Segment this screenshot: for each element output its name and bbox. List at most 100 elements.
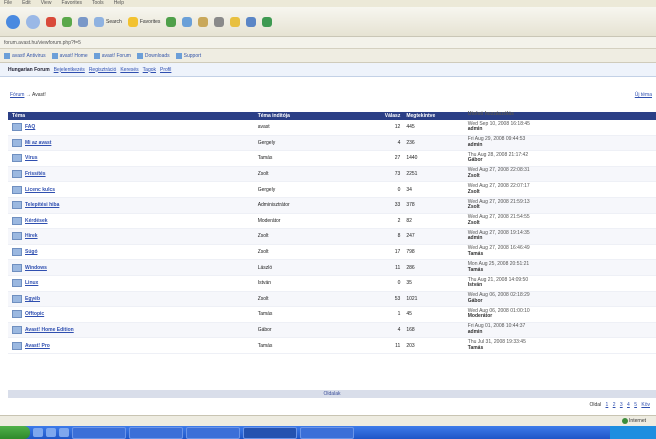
last-post-cell: Thu Aug 28, 2008 21:17:42 Gábor — [468, 152, 656, 164]
last-post-user[interactable]: Zsolt — [468, 220, 480, 226]
mail-icon[interactable] — [198, 16, 209, 27]
folder-icon — [12, 216, 22, 225]
last-post-date: Wed Aug 27, 2008 19:14:35 — [467, 229, 530, 236]
topic-cell: Linux — [8, 279, 258, 288]
menu-item-favorites[interactable]: Favorites — [61, 0, 82, 7]
taskbar-window[interactable] — [300, 426, 354, 439]
last-post-user[interactable]: Gábor — [468, 298, 483, 304]
page-icon — [136, 52, 143, 59]
menu-item-edit[interactable]: Edit — [22, 0, 31, 7]
last-post-user[interactable]: Gábor — [468, 157, 483, 164]
table-body: FAQ avast 12 445 Wed Sep 10, 2008 16:18:45 ad… — [8, 120, 656, 354]
topic-link[interactable]: Telepítési hiba — [25, 202, 59, 208]
quicklaunch-desktop-icon[interactable] — [46, 428, 56, 437]
start-button[interactable] — [0, 426, 30, 439]
topic-link[interactable]: Frissítés — [25, 171, 46, 177]
page-link-4[interactable]: 4 — [627, 402, 630, 408]
last-post-user[interactable]: Tamás — [468, 267, 483, 273]
edit-icon[interactable] — [230, 16, 241, 27]
topic-cell: Hírek — [8, 232, 258, 241]
last-post-user[interactable]: István — [468, 282, 482, 288]
last-post-user[interactable]: admin — [468, 126, 483, 132]
breadcrumb-home[interactable]: Fórum — [10, 92, 24, 98]
search-button[interactable]: Search — [94, 16, 122, 27]
last-post-user[interactable]: Zsolt — [468, 204, 480, 210]
taskbar-window[interactable] — [72, 426, 126, 439]
last-post-user[interactable]: Zsolt — [468, 189, 480, 195]
link-item[interactable]: avast! Home — [51, 52, 88, 59]
menu-item-tools[interactable]: Tools — [92, 0, 104, 7]
replies-cell: 2 — [397, 217, 401, 224]
author-cell: Zsolt — [257, 233, 269, 240]
nav-members[interactable]: Tagok — [143, 67, 156, 73]
last-post-user[interactable]: admin — [468, 142, 483, 148]
topic-link[interactable]: Windows — [25, 265, 47, 271]
author-cell: Gergely — [257, 139, 276, 146]
link-item[interactable]: Support — [175, 52, 201, 59]
taskbar-window-active[interactable] — [243, 426, 297, 439]
last-post-user[interactable]: Tamás — [468, 251, 483, 257]
topic-link[interactable]: Hírek — [25, 233, 38, 239]
discuss-icon[interactable] — [246, 16, 257, 27]
nav-profile[interactable]: Profil — [160, 67, 171, 73]
topic-link[interactable]: Kérdések — [25, 218, 48, 224]
views-cell: 286 — [406, 264, 415, 271]
nav-search[interactable]: Keresés — [120, 67, 138, 73]
taskbar-window[interactable] — [129, 426, 183, 439]
last-post-cell: Wed Aug 06, 2008 01:00:10 Moderátor — [468, 308, 656, 320]
page-link-3[interactable]: 3 — [620, 402, 623, 408]
pagination: Oldal 1 2 3 4 5 Köv — [589, 402, 650, 408]
page-link-2[interactable]: 2 — [613, 402, 616, 408]
topic-cell: Vírus — [8, 154, 258, 163]
topic-link[interactable]: Súgó — [25, 249, 38, 255]
favorites-button[interactable]: Favorites — [127, 16, 160, 27]
author-cell: Moderátor — [257, 217, 281, 224]
menu-item-help[interactable]: Help — [114, 0, 124, 7]
taskbar-window[interactable] — [186, 426, 240, 439]
last-post-user[interactable]: Moderátor — [468, 313, 492, 320]
link-item[interactable]: Downloads — [136, 52, 170, 59]
topic-link[interactable]: Avast! Home Edition — [25, 327, 74, 333]
print-icon[interactable] — [214, 16, 225, 27]
last-post-user[interactable]: admin — [468, 329, 483, 335]
page-icon — [51, 52, 58, 59]
home-icon[interactable] — [78, 16, 88, 27]
topic-link[interactable]: Mi az avast — [25, 140, 51, 146]
messenger-icon[interactable] — [262, 16, 273, 27]
topic-link[interactable]: Egyéb — [25, 296, 40, 302]
link-item[interactable]: avast! Forum — [93, 52, 131, 59]
browser-toolbar: Search Favorites — [0, 7, 656, 37]
last-post-user[interactable]: admin — [468, 235, 483, 242]
refresh-icon[interactable] — [62, 16, 72, 27]
menu-item-view[interactable]: View — [41, 0, 52, 7]
last-post-user[interactable]: Zsolt — [468, 173, 480, 179]
history-icon[interactable] — [182, 16, 193, 27]
nav-login[interactable]: Bejelentkezés — [54, 67, 85, 73]
back-icon[interactable] — [6, 14, 20, 29]
page-next[interactable]: Köv — [641, 402, 650, 408]
address-bar[interactable]: forum.avast.hu/viewforum.php?f=5 — [0, 37, 656, 49]
topic-link[interactable]: Avast! Pro — [25, 343, 50, 349]
author-cell: Zsolt — [257, 249, 269, 256]
replies-cell: 0 — [397, 186, 401, 193]
page-link-5[interactable]: 5 — [634, 402, 637, 408]
views-cell: 798 — [406, 249, 415, 256]
topic-link[interactable]: Linux — [25, 280, 38, 286]
nav-register[interactable]: Regisztráció — [89, 67, 117, 73]
menu-item-file[interactable]: File — [4, 0, 12, 7]
media-icon[interactable] — [166, 16, 177, 27]
quicklaunch-media-icon[interactable] — [59, 428, 69, 437]
link-item[interactable]: avast! Antivirus — [4, 52, 46, 59]
stop-icon[interactable] — [46, 16, 56, 27]
author-cell: Tamás — [257, 342, 273, 349]
new-topic-link[interactable]: Új téma — [635, 92, 652, 98]
quicklaunch-browser-icon[interactable] — [33, 428, 43, 437]
topic-link[interactable]: Offtopic — [25, 311, 44, 317]
header-replies: Válasz — [384, 113, 401, 119]
page-link-1[interactable]: 1 — [606, 402, 609, 408]
topic-link[interactable]: Licenc kulcs — [25, 187, 55, 193]
topic-link[interactable]: FAQ — [25, 124, 35, 130]
forward-icon[interactable] — [26, 14, 40, 29]
last-post-user[interactable]: Tamás — [468, 345, 483, 351]
topic-link[interactable]: Vírus — [25, 155, 38, 161]
